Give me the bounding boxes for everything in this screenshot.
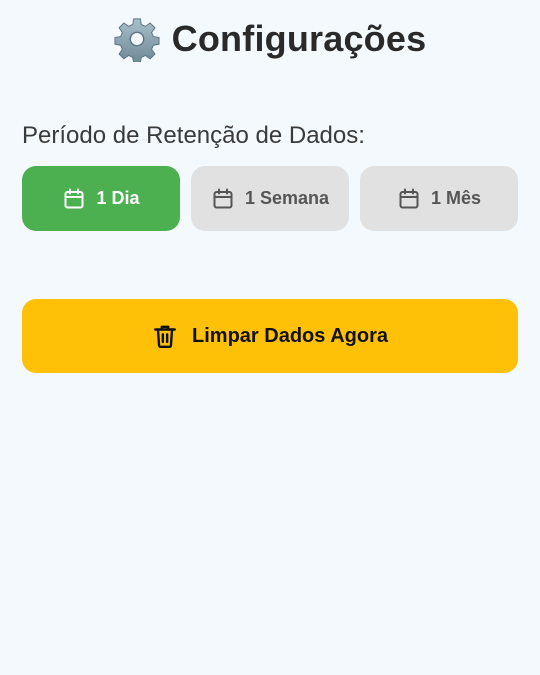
page-header: Configurações xyxy=(0,16,540,62)
period-option-1-day[interactable]: 1 Dia xyxy=(22,166,180,231)
period-option-label: 1 Mês xyxy=(430,188,482,208)
trash-icon xyxy=(154,325,176,349)
period-option-label: 1 Semana xyxy=(244,188,330,208)
gear-icon xyxy=(114,18,160,62)
period-option-1-month[interactable]: 1 Mês xyxy=(360,166,518,231)
retention-period-label: Período de Retenção de Dados: xyxy=(22,122,365,149)
retention-period-selector: 1 Dia 1 Semana 1 Mês xyxy=(22,166,518,231)
clear-data-label: Limpar Dados Agora xyxy=(192,324,388,347)
clear-data-button[interactable]: Limpar Dados Agora xyxy=(22,299,518,373)
calendar-icon xyxy=(64,188,84,208)
page-title: Configurações xyxy=(171,18,427,59)
period-option-label: 1 Dia xyxy=(96,188,140,208)
period-option-1-week[interactable]: 1 Semana xyxy=(191,166,349,231)
calendar-icon xyxy=(213,188,233,208)
calendar-icon xyxy=(399,188,419,208)
